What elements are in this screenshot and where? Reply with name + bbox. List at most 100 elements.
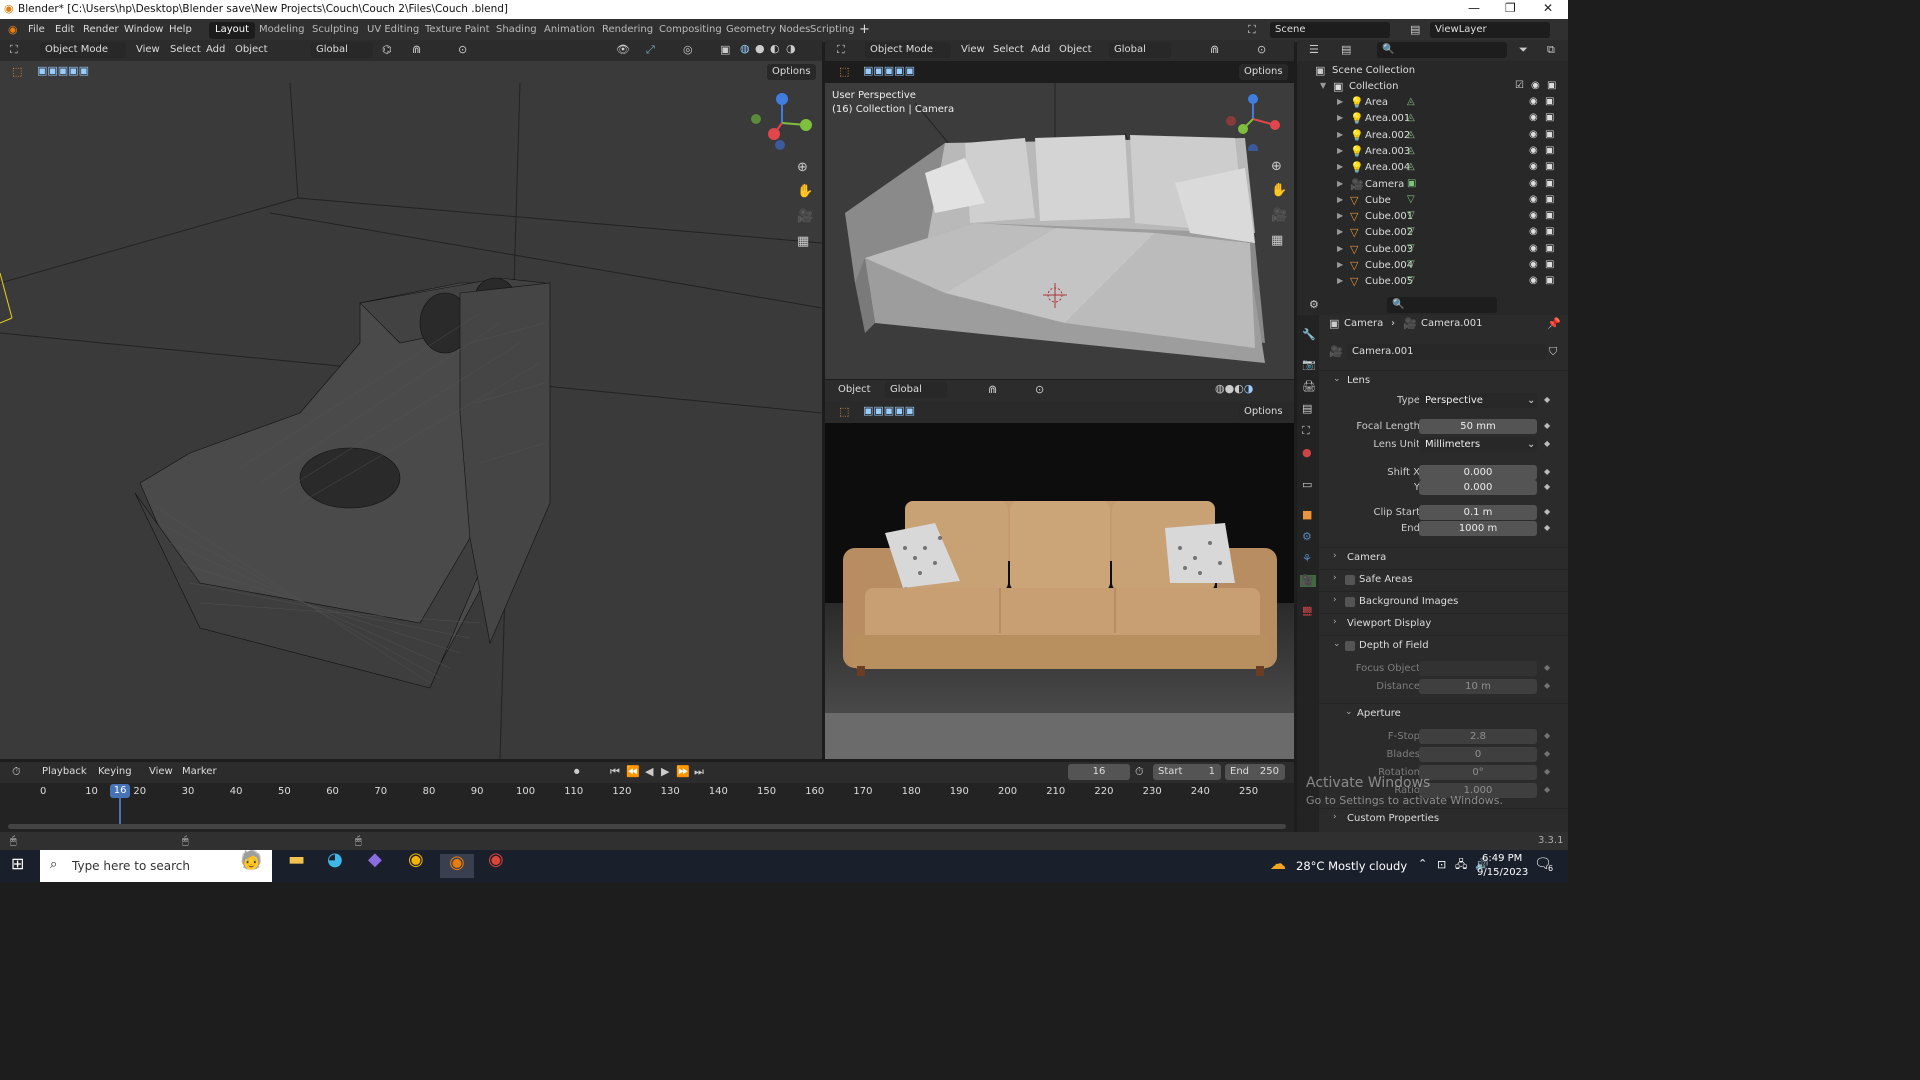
outliner-item[interactable]: ▶ ▽ Cube ▽ ◉ ▣: [1297, 193, 1568, 209]
eye-icon[interactable]: ◉: [1529, 259, 1538, 270]
edge-browser-icon[interactable]: ◕: [327, 851, 359, 878]
add-workspace-button[interactable]: +: [859, 22, 870, 37]
expand-icon[interactable]: ▶: [1337, 146, 1343, 155]
outliner-item[interactable]: ▶ 🎥 Camera ▣ ◉ ▣: [1297, 177, 1568, 193]
chrome-browser-icon[interactable]: ◉: [488, 851, 520, 878]
xray-icon[interactable]: ▣: [720, 44, 730, 56]
snap-icon[interactable]: ⋒: [1210, 44, 1219, 56]
expand-icon[interactable]: ▶: [1337, 162, 1343, 171]
mesh-data-icon[interactable]: ▽: [1407, 275, 1415, 286]
lamp-data-icon[interactable]: ◬: [1407, 129, 1415, 140]
expand-icon[interactable]: ▶: [1337, 227, 1343, 236]
render-icon[interactable]: ▣: [1547, 80, 1556, 91]
render-icon[interactable]: ▣: [1545, 129, 1554, 140]
outliner-item[interactable]: ▶ 💡 Area.001 ◬ ◉ ▣: [1297, 111, 1568, 127]
expand-icon[interactable]: ▶: [1337, 211, 1343, 220]
keyframe-dot-icon[interactable]: ◆: [1544, 785, 1550, 794]
keyframe-dot-icon[interactable]: ◆: [1544, 731, 1550, 740]
expand-icon[interactable]: ▶: [1337, 244, 1343, 253]
panel-checkbox[interactable]: [1345, 575, 1355, 585]
menu-object[interactable]: Object: [235, 44, 268, 55]
viewport-solid[interactable]: User Perspective (16) Collection | Camer…: [825, 83, 1294, 379]
keyframe-dot-icon[interactable]: ◆: [1544, 421, 1550, 430]
outliner-item[interactable]: ▶ 💡 Area.002 ◬ ◉ ▣: [1297, 128, 1568, 144]
tab-sculpting[interactable]: Sculpting: [306, 22, 365, 39]
menu-object[interactable]: Object: [1059, 44, 1092, 55]
blender-taskbar-icon[interactable]: ◉: [440, 854, 474, 878]
pivot-icon[interactable]: ⌬: [382, 44, 392, 56]
zoom-icon[interactable]: ⊕: [1271, 160, 1282, 173]
prop-value-field[interactable]: 50 mm: [1419, 419, 1537, 434]
keyframe-dot-icon[interactable]: ◆: [1544, 663, 1550, 672]
collection-row[interactable]: ▼ ▣ Collection ☑ ◉ ▣: [1297, 79, 1568, 95]
ortho-grid-icon[interactable]: ▦: [1271, 234, 1283, 247]
viewport-wireframe[interactable]: ⊕ ✋ 🎥 ▦: [0, 82, 823, 760]
menu-window[interactable]: Window: [124, 24, 163, 35]
keyframe-dot-icon[interactable]: ◆: [1544, 467, 1550, 476]
expand-icon[interactable]: ▶: [1337, 97, 1343, 106]
snap-icon[interactable]: ⋒: [988, 384, 997, 396]
render-icon[interactable]: ▣: [1545, 259, 1554, 270]
panel-bg-images[interactable]: › Background Images: [1297, 591, 1568, 611]
camera-view-icon[interactable]: 🎥: [797, 210, 813, 223]
outliner-item[interactable]: ▶ ▽ Cube.003 ▽ ◉ ▣: [1297, 242, 1568, 258]
clock-date[interactable]: 9/15/2023: [1477, 867, 1528, 878]
lamp-data-icon[interactable]: ◬: [1407, 161, 1415, 172]
lamp-data-icon[interactable]: ◬: [1407, 112, 1415, 123]
maximize-button[interactable]: ❐: [1505, 1, 1516, 15]
viewport-rendered[interactable]: [825, 423, 1294, 759]
visibility-icon[interactable]: 👁: [616, 44, 630, 56]
clock-time[interactable]: 6:49 PM: [1482, 853, 1522, 864]
options-button[interactable]: Options: [767, 64, 816, 80]
menu-view[interactable]: View: [961, 44, 985, 55]
shading-material-icon[interactable]: ◐: [770, 43, 780, 55]
select-tool-icon[interactable]: ⬚: [12, 66, 22, 78]
lamp-data-icon[interactable]: ◬: [1407, 96, 1415, 107]
prop-value-field[interactable]: 0.000: [1419, 465, 1537, 480]
panel-custom-props[interactable]: › Custom Properties: [1297, 808, 1568, 828]
keyframe-dot-icon[interactable]: ◆: [1544, 507, 1550, 516]
windows-start-icon[interactable]: ⊞: [11, 856, 24, 872]
panel-aperture[interactable]: ⌄ Aperture: [1297, 703, 1568, 723]
tab-layout[interactable]: Layout: [209, 22, 255, 39]
select-mode-icons[interactable]: ▣▣▣▣▣: [37, 65, 89, 77]
filter-icon[interactable]: ⏷: [1519, 44, 1528, 56]
prop-value-field[interactable]: 0: [1419, 747, 1537, 762]
panel-safe-areas[interactable]: › Safe Areas: [1297, 569, 1568, 589]
tool-tab-icon[interactable]: 🔧: [1302, 329, 1316, 341]
tab-scripting[interactable]: Scripting: [804, 22, 860, 39]
tray-chevron-icon[interactable]: ⌃: [1418, 858, 1427, 870]
chevron-icon[interactable]: ⌄: [1333, 639, 1341, 649]
taskbar-search-box[interactable]: ⌕ Type here to search 🧓: [40, 850, 272, 882]
outliner-item[interactable]: ▶ 💡 Area ◬ ◉ ▣: [1297, 95, 1568, 111]
eye-icon[interactable]: ◉: [1529, 112, 1538, 123]
keyframe-dot-icon[interactable]: ◆: [1544, 767, 1550, 776]
tab-shading[interactable]: Shading: [490, 22, 543, 39]
render-icon[interactable]: ▣: [1545, 145, 1554, 156]
checkbox-icon[interactable]: ☑: [1515, 80, 1524, 91]
keyframe-dot-icon[interactable]: ◆: [1544, 523, 1550, 532]
editor-type-icon[interactable]: ⛶: [837, 44, 845, 56]
panel-camera[interactable]: › Camera: [1297, 547, 1568, 567]
pan-hand-icon[interactable]: ✋: [1271, 184, 1287, 197]
prop-value-field[interactable]: 0.000: [1419, 480, 1537, 495]
tab-texture-paint[interactable]: Texture Paint: [419, 22, 496, 39]
timeline-scrollbar[interactable]: [8, 824, 1286, 829]
keyframe-dot-icon[interactable]: ◆: [1544, 482, 1550, 491]
eye-icon[interactable]: ◉: [1531, 80, 1540, 91]
chevron-icon[interactable]: ⌄: [1345, 707, 1353, 717]
scene-selector[interactable]: Scene: [1270, 22, 1390, 38]
gizmo-toggle-icon[interactable]: ⤢: [646, 44, 655, 56]
chevron-icon[interactable]: ›: [1333, 551, 1337, 561]
network-icon[interactable]: 🖧: [1455, 859, 1467, 871]
render-icon[interactable]: ▣: [1545, 178, 1554, 189]
keyframe-dot-icon[interactable]: ◆: [1544, 439, 1550, 448]
eye-icon[interactable]: ◉: [1529, 129, 1538, 140]
eye-icon[interactable]: ◉: [1529, 145, 1538, 156]
pan-hand-icon[interactable]: ✋: [797, 185, 813, 198]
overlay-toggle-icon[interactable]: ◎: [683, 44, 693, 56]
chevron-icon[interactable]: ›: [1333, 573, 1337, 583]
mesh-data-icon[interactable]: ▽: [1407, 259, 1415, 270]
outliner-item[interactable]: ▶ ▽ Cube.001 ▽ ◉ ▣: [1297, 209, 1568, 225]
tab-geometry-nodes[interactable]: Geometry Nodes: [720, 22, 816, 39]
